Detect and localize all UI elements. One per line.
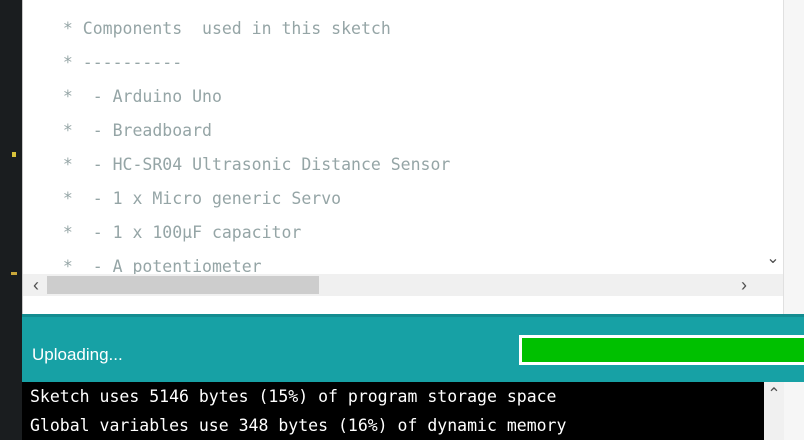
chevron-right-icon[interactable]: › [733,274,755,296]
code-line: * - A potentiometer [53,257,262,274]
background-marker [11,272,17,275]
code-line: * - 1 x 100µF capacitor [53,223,302,242]
code-line: * - Breadboard [53,121,212,140]
code-line: * - HC-SR04 Ultrasonic Distance Sensor [53,155,451,174]
editor-padding [23,296,783,314]
console-right-gutter [784,382,804,440]
upload-progress-fill [522,338,804,362]
background-window-edge [0,0,22,440]
console-line: Sketch uses 5146 bytes (15%) of program … [30,387,557,406]
code-line: * - 1 x Micro generic Servo [53,189,342,208]
code-area[interactable]: * Components used in this sketch * -----… [23,12,763,274]
horizontal-scrollbar[interactable]: ‹ › [23,274,783,296]
chevron-down-icon[interactable]: ⌄ [763,248,783,270]
code-line: * Components used in this sketch [53,19,391,38]
code-editor[interactable]: * Components used in this sketch * -----… [22,0,804,314]
console-output[interactable]: Sketch uses 5146 bytes (15%) of program … [22,382,804,440]
console-line: Global variables use 348 bytes (16%) of … [30,416,567,435]
background-marker [12,152,16,157]
chevron-left-icon[interactable]: ‹ [25,274,47,296]
vertical-scrollbar[interactable] [763,0,783,274]
console-scrollbar[interactable]: ⌃ [764,382,784,440]
code-line: * ---------- [53,53,183,72]
editor-right-gutter [783,0,804,314]
upload-progress-bar [519,335,804,365]
scrollbar-corner [763,274,783,296]
chevron-up-icon[interactable]: ⌃ [764,384,784,406]
code-line: * - Arduino Uno [53,87,222,106]
horizontal-scroll-thumb[interactable] [47,276,319,294]
status-bar: Uploading... [22,314,804,382]
